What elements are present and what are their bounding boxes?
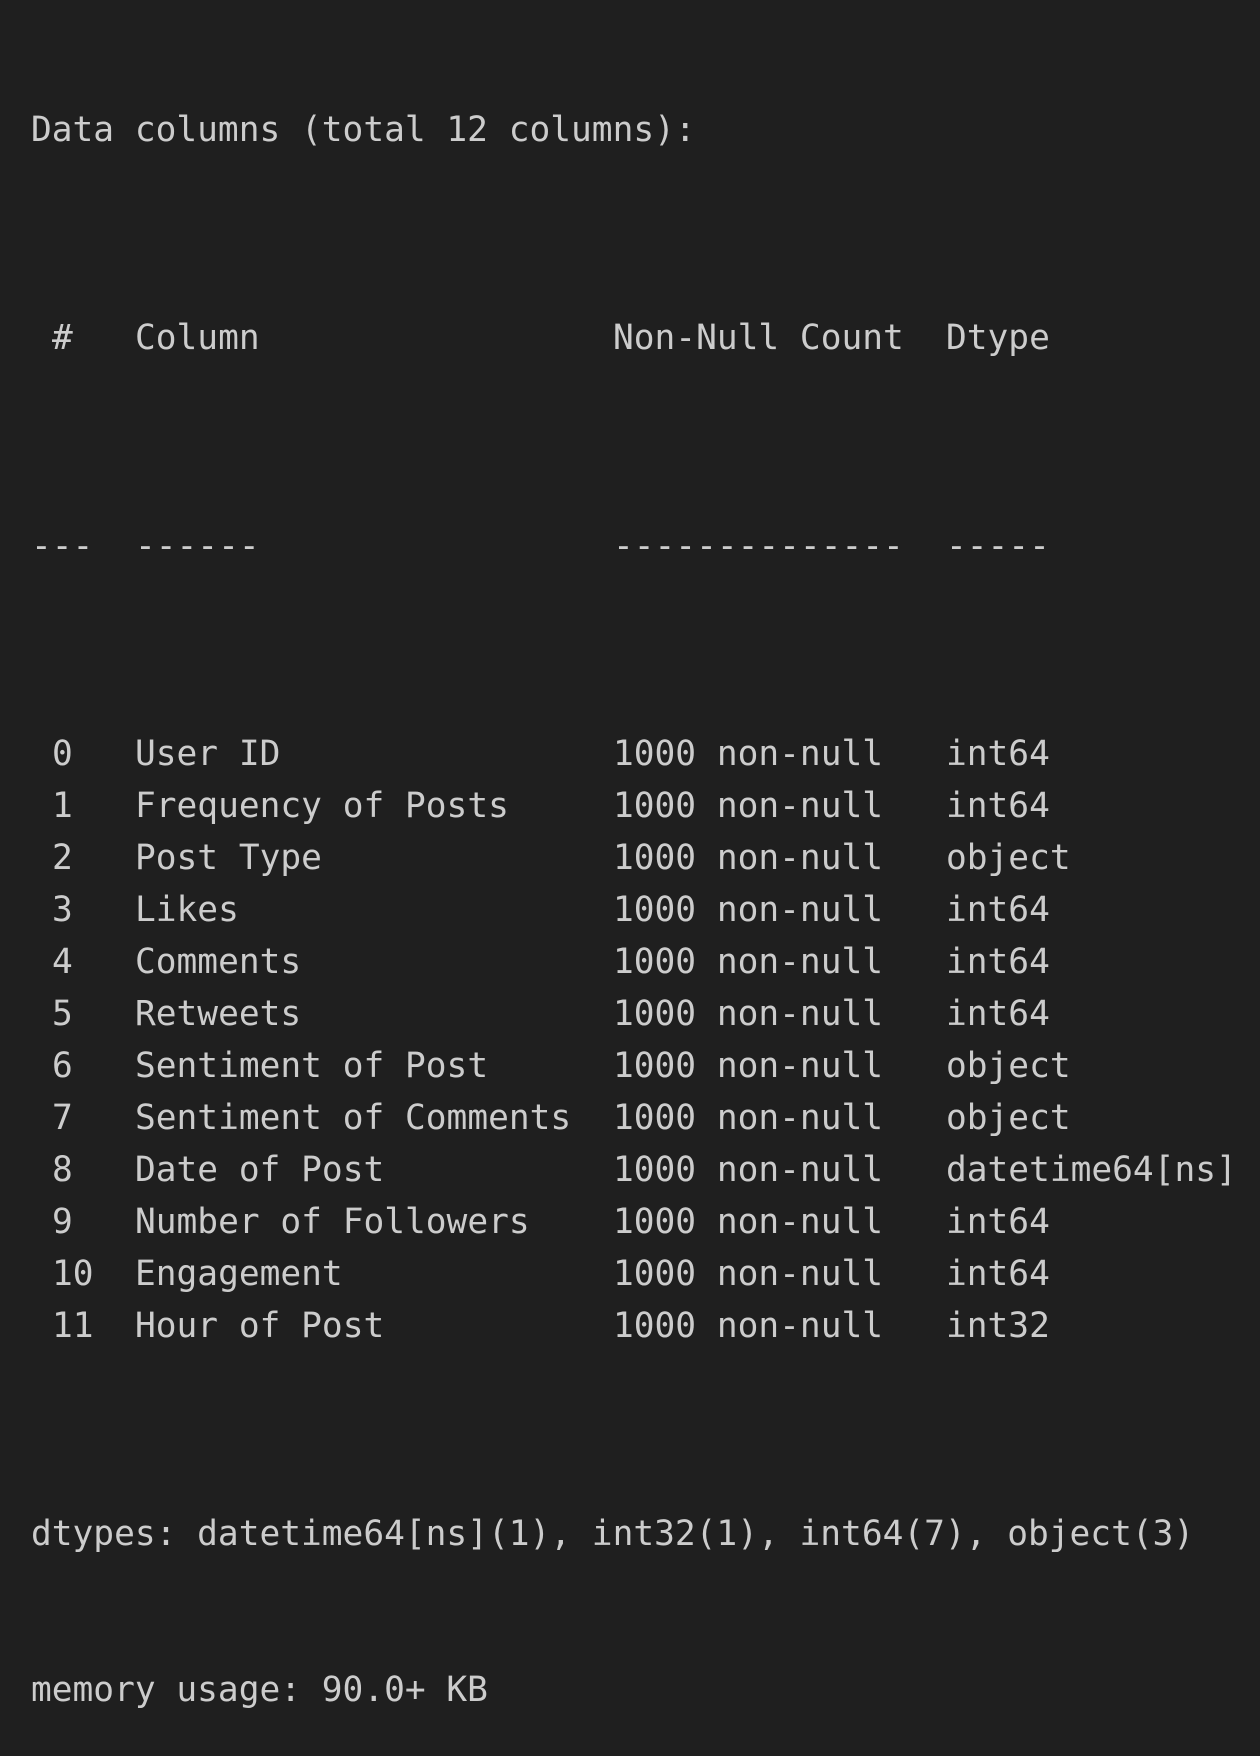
header-non-null-count: Non-Null Count [613,318,904,358]
table-row: 0 User ID 1000 non-null int64 [31,728,1260,780]
row-dtype: int64 [946,734,1050,774]
row-non-null-count: 1000 non-null [613,838,884,878]
table-row: 3 Likes 1000 non-null int64 [31,884,1260,936]
row-index: 4 [52,942,73,982]
row-index: 3 [52,890,73,930]
table-row: 1 Frequency of Posts 1000 non-null int64 [31,780,1260,832]
table-row: 10 Engagement 1000 non-null int64 [31,1248,1260,1300]
row-column-name: Retweets [135,994,302,1034]
table-row: 2 Post Type 1000 non-null object [31,832,1260,884]
row-dtype: object [946,1098,1071,1138]
terminal-output: Data columns (total 12 columns): # Colum… [0,0,1260,1710]
header-dtype: Dtype [946,318,1050,358]
row-dtype: int64 [946,942,1050,982]
row-non-null-count: 1000 non-null [613,1098,884,1138]
table-row: 7 Sentiment of Comments 1000 non-null objec… [31,1092,1260,1144]
row-column-name: Sentiment of Post [135,1046,489,1086]
row-dtype: datetime64[ns] [946,1150,1237,1190]
row-index: 5 [52,994,73,1034]
row-index: 11 [52,1306,94,1346]
row-index: 1 [52,786,73,826]
row-dtype: object [946,1046,1071,1086]
row-column-name: Frequency of Posts [135,786,509,826]
row-non-null-count: 1000 non-null [613,1150,884,1190]
row-column-name: Date of Post [135,1150,385,1190]
row-dtype: int64 [946,1202,1050,1242]
row-column-name: Post Type [135,838,322,878]
row-index: 7 [52,1098,73,1138]
row-column-name: Engagement [135,1254,343,1294]
row-column-name: Comments [135,942,302,982]
row-non-null-count: 1000 non-null [613,994,884,1034]
header-index: # [52,318,73,358]
row-index: 8 [52,1150,73,1190]
row-non-null-count: 1000 non-null [613,890,884,930]
row-index: 10 [52,1254,94,1294]
dtypes-summary: dtypes: datetime64[ns](1), int32(1), int… [31,1514,1195,1554]
row-dtype: int32 [946,1306,1050,1346]
table-row: 4 Comments 1000 non-null int64 [31,936,1260,988]
row-non-null-count: 1000 non-null [613,1254,884,1294]
row-dtype: object [946,838,1071,878]
table-header-row: # Column Non-Null Count Dtype [31,312,1260,364]
table-divider-row: --- ------ -------------- ----- [31,520,1260,572]
row-index: 6 [52,1046,73,1086]
row-non-null-count: 1000 non-null [613,786,884,826]
divider-column: ------ [135,526,260,566]
table-row: 11 Hour of Post 1000 non-null int32 [31,1300,1260,1352]
row-column-name: Likes [135,890,239,930]
row-dtype: int64 [946,994,1050,1034]
data-columns-summary: Data columns (total 12 columns): [31,110,696,150]
row-column-name: Hour of Post [135,1306,385,1346]
row-non-null-count: 1000 non-null [613,942,884,982]
row-index: 9 [52,1202,73,1242]
row-column-name: User ID [135,734,281,774]
row-dtype: int64 [946,890,1050,930]
table-body: 0 User ID 1000 non-null int64 1 Frequency of … [31,728,1260,1352]
table-row: 5 Retweets 1000 non-null int64 [31,988,1260,1040]
row-index: 2 [52,838,73,878]
memory-usage: memory usage: 90.0+ KB [31,1670,488,1710]
row-dtype: int64 [946,1254,1050,1294]
table-row: 6 Sentiment of Post 1000 non-null object [31,1040,1260,1092]
table-row: 8 Date of Post 1000 non-null datetime64[ns] [31,1144,1260,1196]
row-dtype: int64 [946,786,1050,826]
row-non-null-count: 1000 non-null [613,1306,884,1346]
divider-dtype: ----- [946,526,1050,566]
divider-count: -------------- [613,526,904,566]
divider-index: --- [31,526,94,566]
row-non-null-count: 1000 non-null [613,1202,884,1242]
row-column-name: Number of Followers [135,1202,530,1242]
row-index: 0 [52,734,73,774]
row-non-null-count: 1000 non-null [613,1046,884,1086]
row-column-name: Sentiment of Comments [135,1098,572,1138]
row-non-null-count: 1000 non-null [613,734,884,774]
header-column: Column [135,318,260,358]
table-row: 9 Number of Followers 1000 non-null int64 [31,1196,1260,1248]
